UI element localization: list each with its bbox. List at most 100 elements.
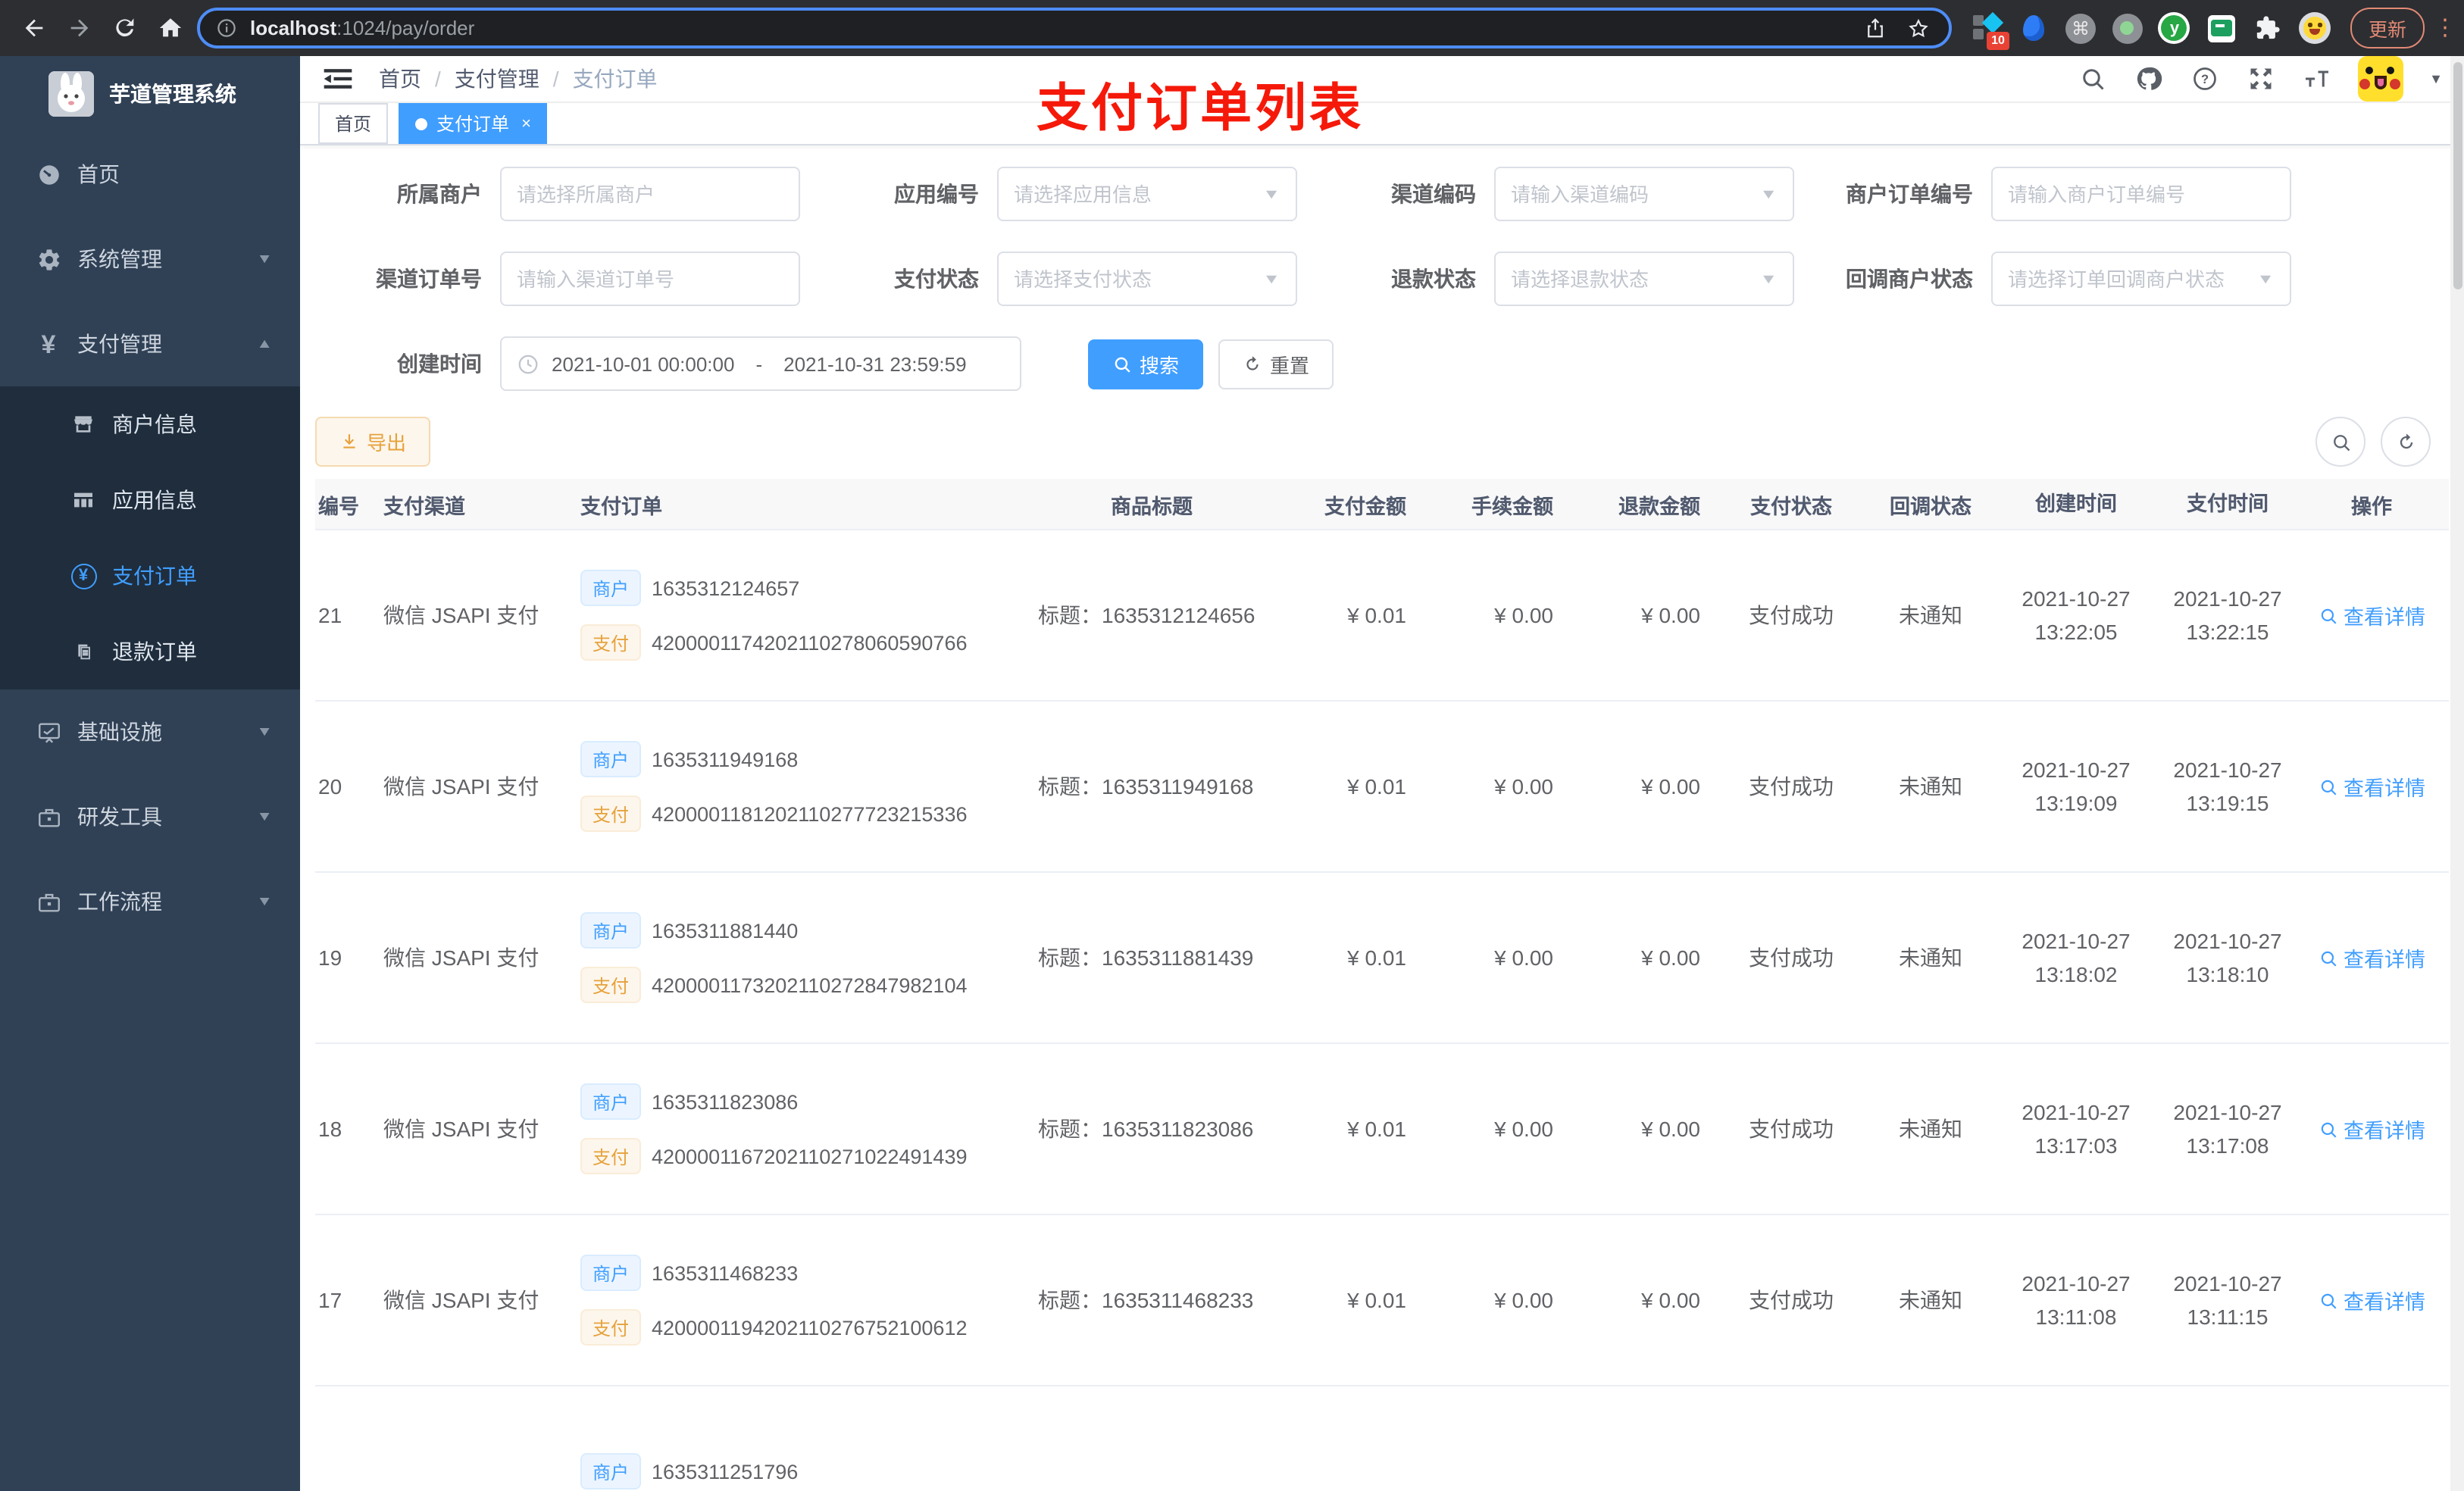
document-icon <box>68 636 98 667</box>
sidebar-item-pay[interactable]: ¥ 支付管理 ▲ <box>0 302 300 386</box>
cell-action: 查看详情 <box>2303 600 2440 630</box>
cell-channel: 微信 JSAPI 支付 <box>383 774 539 799</box>
cell-refund: ¥ 0.00 <box>1641 1117 1700 1141</box>
toggle-search-button[interactable] <box>2315 417 2366 467</box>
chevron-down-icon: ▼ <box>256 252 273 267</box>
collapse-sidebar-icon[interactable] <box>321 62 355 95</box>
merchant-select-input[interactable] <box>500 167 800 221</box>
view-detail-link[interactable]: 查看详情 <box>2318 600 2425 630</box>
font-size-icon[interactable] <box>2302 64 2332 94</box>
date-range-picker[interactable]: 2021-10-01 00:00:00 - 2021-10-31 23:59:5… <box>500 336 1021 391</box>
bookmark-star-icon[interactable] <box>1903 13 1934 43</box>
sidebar-item-pay-order[interactable]: ¥ 支付订单 <box>0 538 300 614</box>
sidebar: 芋道管理系统 首页 系统管理 ▼ ¥ 支付管理 ▲ 商户信息 应用信息 ¥ 支付… <box>0 56 300 1491</box>
filter-form: 所属商户 应用编号 ▼ 渠道编码 ▼ 商户订单编号 <box>315 167 2449 306</box>
reload-button[interactable] <box>106 10 142 46</box>
sidebar-item-workflow[interactable]: 工作流程 ▼ <box>0 859 300 944</box>
cell-title: 标题：1635312124656 <box>1038 603 1255 627</box>
extension-command-icon[interactable]: ⌘ <box>2064 11 2097 45</box>
merchant-tag: 商户 <box>580 1453 642 1489</box>
app-no-select[interactable]: ▼ <box>997 167 1297 221</box>
channel-code-select[interactable]: ▼ <box>1494 167 1794 221</box>
cell-channel: 微信 JSAPI 支付 <box>383 946 539 970</box>
sidebar-item-refund-order[interactable]: 退款订单 <box>0 614 300 689</box>
cell-fee: ¥ 0.00 <box>1494 1288 1553 1312</box>
refresh-button[interactable] <box>2381 417 2431 467</box>
cell-order-no: 商户 1635311251796 <box>580 1453 1023 1489</box>
extensions-puzzle-icon[interactable] <box>2252 11 2285 45</box>
page-scrollbar[interactable] <box>2450 56 2464 1491</box>
yen-icon: ¥ <box>41 330 56 358</box>
cell-refund: ¥ 0.00 <box>1641 946 1700 970</box>
cell-pay-status: 支付成功 <box>1749 1117 1834 1141</box>
field-merchant: 所属商户 <box>315 167 812 221</box>
pay-submenu: 商户信息 应用信息 ¥ 支付订单 退款订单 <box>0 386 300 689</box>
refund-status-select[interactable]: ▼ <box>1494 252 1794 306</box>
home-button[interactable] <box>152 10 188 46</box>
channel-order-no-input[interactable] <box>500 252 800 306</box>
github-icon[interactable] <box>2134 64 2164 94</box>
avatar-caret-icon[interactable]: ▼ <box>2429 71 2443 86</box>
scrollbar-thumb[interactable] <box>2453 62 2462 289</box>
cell-channel: 微信 JSAPI 支付 <box>383 603 539 627</box>
date-end: 2021-10-31 23:59:59 <box>783 352 967 375</box>
address-bar[interactable]: localhost:1024/pay/order <box>197 8 1952 48</box>
tab-pay-order[interactable]: 支付订单 × <box>399 103 548 144</box>
breadcrumb-current: 支付订单 <box>572 67 658 91</box>
search-icon[interactable] <box>2078 64 2108 94</box>
page-content: 所属商户 应用编号 ▼ 渠道编码 ▼ 商户订单编号 <box>300 145 2464 1491</box>
cell-order-no: 商户 1635311823086 支付 42000011672021102710… <box>580 1083 1023 1174</box>
field-pay-status: 支付状态 ▼ <box>812 252 1309 306</box>
extension-chat-icon[interactable] <box>2205 11 2238 45</box>
sidebar-item-app-info[interactable]: 应用信息 <box>0 462 300 538</box>
field-notify-status: 回调商户状态 ▼ <box>1806 252 2303 306</box>
table-row: 20 微信 JSAPI 支付 商户 1635311949168 支付 42000… <box>315 702 2449 873</box>
view-detail-link[interactable]: 查看详情 <box>2318 942 2425 973</box>
profile-avatar[interactable] <box>2299 11 2332 45</box>
export-button[interactable]: 导出 <box>315 417 431 467</box>
extension-y-icon[interactable]: y <box>2158 11 2191 45</box>
chevron-down-icon: ▼ <box>256 894 273 909</box>
extension-dot-icon[interactable] <box>2111 11 2144 45</box>
cell-fee: ¥ 0.00 <box>1494 603 1553 627</box>
tab-home[interactable]: 首页 <box>318 103 389 144</box>
breadcrumb-pay[interactable]: 支付管理 <box>455 64 539 94</box>
cell-action: 查看详情 <box>2303 1285 2440 1315</box>
sidebar-item-system[interactable]: 系统管理 ▼ <box>0 217 300 302</box>
sidebar-item-devtool[interactable]: 研发工具 ▼ <box>0 774 300 859</box>
url-text: localhost:1024/pay/order <box>250 17 475 39</box>
cell-amount: ¥ 0.01 <box>1347 603 1406 627</box>
browser-update-button[interactable]: 更新 <box>2350 8 2425 48</box>
search-button[interactable]: 搜索 <box>1088 339 1204 389</box>
sidebar-item-merchant-info[interactable]: 商户信息 <box>0 386 300 462</box>
fullscreen-icon[interactable] <box>2246 64 2276 94</box>
share-icon[interactable] <box>1861 13 1891 43</box>
reset-button[interactable]: 重置 <box>1218 339 1334 389</box>
browser-menu-icon[interactable]: ⋮ <box>2434 16 2456 39</box>
user-avatar[interactable] <box>2358 56 2404 102</box>
extension-gem-icon[interactable] <box>2017 11 2050 45</box>
active-dot <box>415 117 428 130</box>
yen-circle-icon: ¥ <box>68 561 98 591</box>
extension-grid-icon[interactable]: 10 <box>1970 11 2009 49</box>
forward-button[interactable] <box>61 10 97 46</box>
svg-text:?: ? <box>2201 73 2209 86</box>
cell-pay-status: 支付成功 <box>1749 603 1834 627</box>
sidebar-item-home[interactable]: 首页 <box>0 132 300 217</box>
merchant-order-no-input[interactable] <box>1991 167 2291 221</box>
notify-status-select[interactable]: ▼ <box>1991 252 2291 306</box>
cell-create-time: 2021-10-27 13:17:03 <box>2022 1100 2131 1158</box>
close-tab-icon[interactable]: × <box>521 114 531 133</box>
back-button[interactable] <box>15 10 52 46</box>
sidebar-item-infra[interactable]: 基础设施 ▼ <box>0 689 300 774</box>
cell-create-time: 2021-10-27 13:19:09 <box>2022 758 2131 815</box>
pay-status-select[interactable]: ▼ <box>997 252 1297 306</box>
view-detail-link[interactable]: 查看详情 <box>2318 1114 2425 1144</box>
view-detail-link[interactable]: 查看详情 <box>2318 771 2425 802</box>
breadcrumb-home[interactable]: 首页 <box>379 64 421 94</box>
cell-title: 标题：1635311823086 <box>1038 1117 1254 1141</box>
help-icon[interactable]: ? <box>2190 64 2220 94</box>
toolbox-icon <box>33 802 64 832</box>
cell-id: 17 <box>318 1288 342 1312</box>
view-detail-link[interactable]: 查看详情 <box>2318 1285 2425 1315</box>
